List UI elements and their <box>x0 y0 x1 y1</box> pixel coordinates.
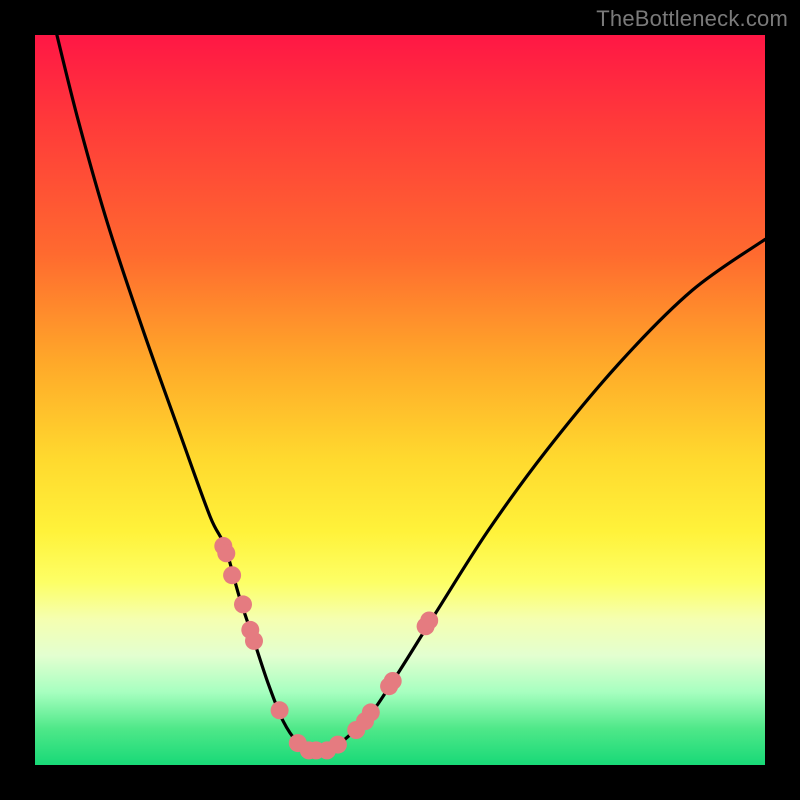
highlight-dot <box>234 595 252 613</box>
highlight-dot <box>329 736 347 754</box>
highlight-dots <box>214 537 438 759</box>
highlight-dot <box>420 612 438 630</box>
highlight-dot <box>362 703 380 721</box>
plot-area <box>35 35 765 765</box>
highlight-dot <box>384 672 402 690</box>
chart-svg <box>35 35 765 765</box>
highlight-dot <box>271 701 289 719</box>
highlight-dot <box>223 566 241 584</box>
bottleneck-curve <box>57 35 765 751</box>
highlight-dot <box>245 632 263 650</box>
chart-frame: TheBottleneck.com <box>0 0 800 800</box>
highlight-dot <box>217 544 235 562</box>
watermark-label: TheBottleneck.com <box>596 6 788 32</box>
